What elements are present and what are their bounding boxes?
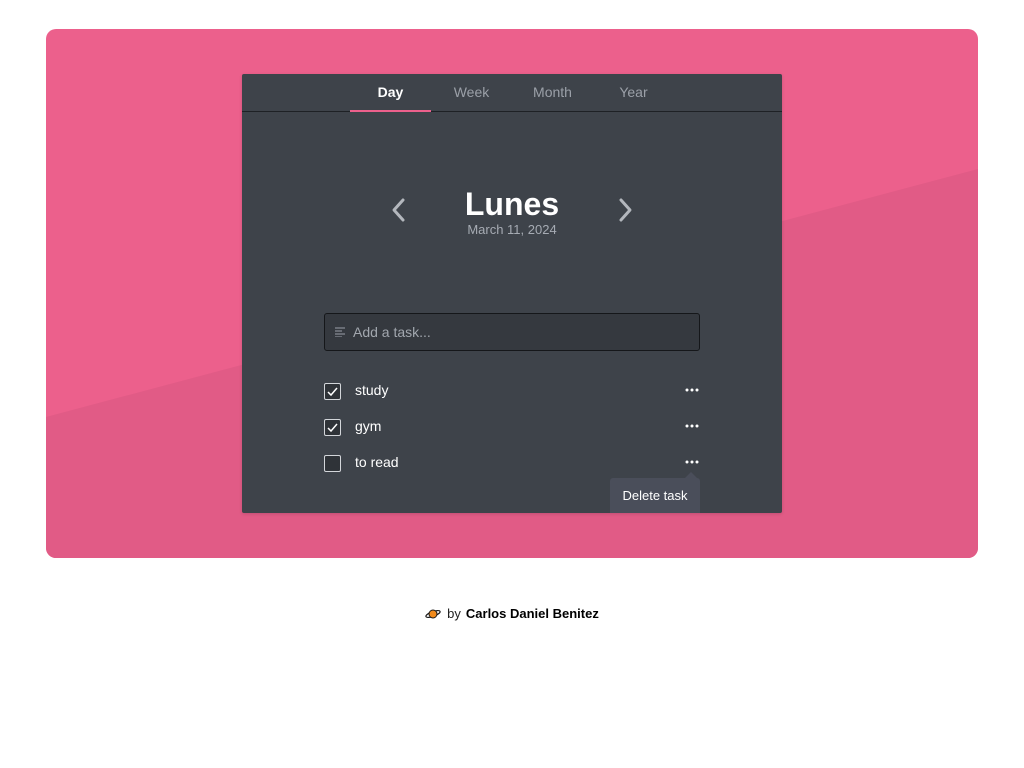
day-title: Lunes <box>464 186 560 222</box>
task-checkbox[interactable] <box>324 419 341 436</box>
tab-day[interactable]: Day <box>350 74 431 112</box>
add-task-input[interactable] <box>353 314 683 350</box>
app-panel: Day Week Month Year Lunes March 11, 2024 <box>242 74 782 513</box>
tab-year[interactable]: Year <box>593 74 674 111</box>
page-background: Day Week Month Year Lunes March 11, 2024 <box>46 29 978 558</box>
checkmark-icon <box>327 423 338 433</box>
task-item: to read <box>324 452 700 476</box>
more-dots-icon[interactable] <box>684 458 700 466</box>
chevron-right-icon <box>619 198 632 222</box>
task-label: gym <box>355 418 382 434</box>
footer-credit: by Carlos Daniel Benitez <box>0 606 1024 621</box>
next-day-button[interactable] <box>612 194 636 226</box>
footer-by: by <box>447 606 461 621</box>
footer-author[interactable]: Carlos Daniel Benitez <box>466 606 599 621</box>
chevron-left-icon <box>392 198 405 222</box>
checkmark-icon <box>327 387 338 397</box>
task-label: to read <box>355 454 399 470</box>
task-checkbox[interactable] <box>324 383 341 400</box>
task-label: study <box>355 382 389 398</box>
more-dots-icon[interactable] <box>684 422 700 430</box>
previous-day-button[interactable] <box>388 194 412 226</box>
task-item: study <box>324 380 700 404</box>
tab-bar: Day Week Month Year <box>242 74 782 112</box>
lines-icon <box>335 327 345 337</box>
task-checkbox[interactable] <box>324 455 341 472</box>
day-date: March 11, 2024 <box>467 222 557 237</box>
tab-week[interactable]: Week <box>431 74 512 111</box>
more-dots-icon[interactable] <box>684 386 700 394</box>
planet-icon <box>425 609 441 619</box>
task-item: gym <box>324 416 700 440</box>
add-task-field[interactable] <box>324 313 700 351</box>
delete-task-option[interactable]: Delete task <box>610 472 700 513</box>
tab-month[interactable]: Month <box>512 74 593 111</box>
